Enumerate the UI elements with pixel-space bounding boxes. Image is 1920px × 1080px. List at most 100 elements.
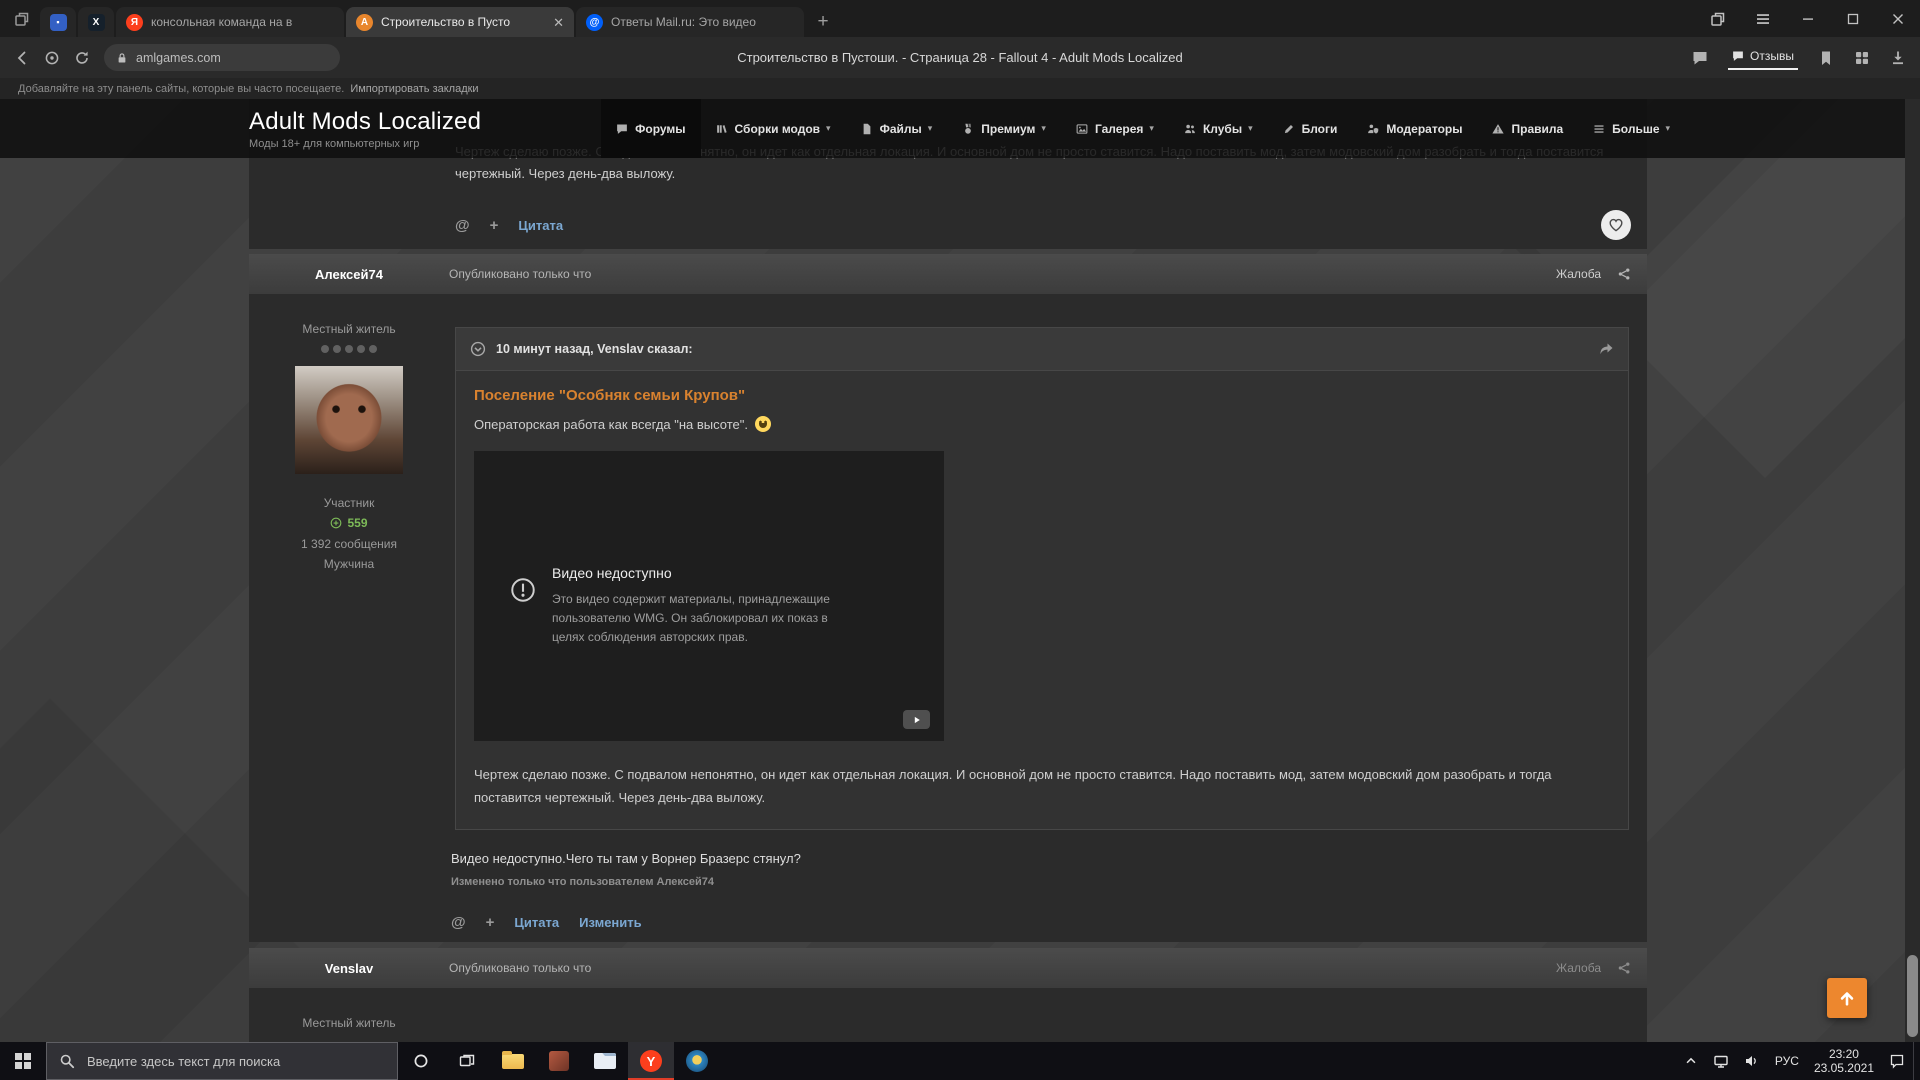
maximize-button[interactable] [1830,0,1875,37]
notification-center-icon[interactable] [1889,1053,1905,1069]
nav-item-clubs[interactable]: Клубы ▾ [1169,99,1268,158]
blog-icon [1283,123,1295,135]
clock[interactable]: 23:20 23.05.2021 [1814,1047,1874,1075]
up-arrow-icon [1838,989,1856,1007]
mention-button[interactable]: @ [451,914,466,931]
window-controls [1695,0,1920,37]
mention-button[interactable]: @ [455,217,470,234]
edited-note: Изменено только что пользователем Алексе… [451,876,1629,888]
multiquote-button[interactable]: + [490,217,499,234]
show-desktop-button[interactable] [1913,1042,1920,1080]
pinned-tab-2[interactable]: X [78,7,114,37]
site-title[interactable]: Adult Mods Localized [249,108,481,136]
avatar[interactable] [295,366,403,474]
quote-header[interactable]: 10 минут назад, Venslav сказал: [456,328,1628,371]
member-reputation[interactable]: 559 [249,516,449,530]
quoted-topic-link[interactable]: Поселение "Особняк семьи Крупов" [474,387,745,404]
heart-icon [1608,217,1624,233]
report-link[interactable]: Жалоба [1556,961,1601,975]
taskbar-app-yandex[interactable]: Y [628,1042,674,1080]
forum-content: Чертеж сделаю позже. С подвалом непонятн… [249,99,1647,1042]
chevron-down-circle-icon[interactable] [470,341,486,357]
blue-app-icon [686,1050,708,1072]
video-error-title: Видео недоступно [552,565,852,581]
share-icon[interactable] [1617,961,1631,975]
browser-tab-1[interactable]: Я консольная команда на в [116,7,344,37]
youtube-play-icon[interactable] [903,710,930,729]
side-panel-button[interactable] [1695,0,1740,37]
comment-icon[interactable] [1692,50,1708,66]
back-button[interactable] [14,50,30,66]
search-input[interactable] [85,1053,385,1070]
yandex-icon: Я [126,14,143,31]
post-author[interactable]: Venslav [249,961,449,976]
nav-item-more[interactable]: Больше ▾ [1578,99,1685,158]
file-icon [861,123,873,135]
scroll-to-top-button[interactable] [1827,978,1867,1018]
taskbar-search[interactable] [46,1042,398,1080]
post-actions: @ + Цитата Изменить [451,902,1631,942]
site-subtitle: Моды 18+ для компьютерных игр [249,138,481,150]
chevron-up-icon[interactable] [1684,1054,1698,1068]
post-author[interactable]: Алексей74 [249,267,449,282]
taskbar-app-mail[interactable] [582,1042,628,1080]
taskbar-app-browser[interactable] [674,1042,720,1080]
close-icon[interactable]: ✕ [553,16,564,29]
task-view-button[interactable] [444,1042,490,1080]
nav-item-rules[interactable]: Правила [1477,99,1578,158]
nav-item-premium[interactable]: Премиум ▾ [947,99,1061,158]
post-published: Опубликовано только что [449,267,591,281]
tab-groups-button[interactable] [4,0,40,37]
close-window-button[interactable] [1875,0,1920,37]
page-scrollbar[interactable] [1905,99,1920,1042]
minimize-icon [1800,11,1816,27]
browser-tab-2[interactable]: A Строительство в Пусто ✕ [346,7,574,37]
browser-tab-3[interactable]: @ Ответы Mail.ru: Это видео [576,7,804,37]
import-bookmarks-link[interactable]: Импортировать закладки [350,83,478,95]
start-button[interactable] [0,1042,46,1080]
browser-menu-button[interactable] [1740,0,1785,37]
mail-app-icon [594,1053,616,1069]
cortana-button[interactable] [398,1042,444,1080]
collections-icon[interactable] [1854,50,1870,66]
refresh-button[interactable] [74,50,90,66]
like-button[interactable] [1601,210,1631,240]
video-embed[interactable]: Видео недоступно Это видео содержит мате… [474,451,944,741]
address-bar[interactable]: amlgames.com [104,44,340,71]
bookmarks-bar: Добавляйте на эту панель сайты, которые … [0,78,1920,99]
scrollbar-thumb[interactable] [1907,955,1918,1037]
minimize-button[interactable] [1785,0,1830,37]
quote-button[interactable]: Цитата [518,218,563,233]
taskbar-app-store[interactable] [536,1042,582,1080]
edit-button[interactable]: Изменить [579,915,642,930]
post-card: Алексей74 Опубликовано только что Жалоба… [249,254,1647,942]
nav-item-forums[interactable]: Форумы [601,99,700,158]
multiquote-button[interactable]: + [486,914,495,931]
bookmark-icon[interactable] [1818,50,1834,66]
chevron-down-icon: ▾ [1666,123,1671,134]
reviews-button[interactable]: Отзывы [1728,46,1798,70]
quote-citation: 10 минут назад, Venslav сказал: [496,342,693,356]
nav-item-blogs[interactable]: Блоги [1268,99,1353,158]
nav-item-moderators[interactable]: Модераторы [1352,99,1477,158]
new-tab-button[interactable]: + [806,7,840,37]
pinned-tab-1[interactable]: ▪ [40,7,76,37]
cortana-icon [413,1053,429,1069]
download-icon[interactable] [1890,50,1906,66]
share-icon[interactable] [1617,267,1631,281]
nav-item-files[interactable]: Файлы ▾ [846,99,948,158]
video-error-message: Это видео содержит материалы, принадлежа… [552,590,852,648]
language-indicator[interactable]: РУС [1775,1054,1799,1068]
quote-button[interactable]: Цитата [514,915,559,930]
speaker-icon[interactable] [1744,1053,1760,1069]
taskbar-app-explorer[interactable] [490,1042,536,1080]
site-brand[interactable]: Adult Mods Localized Моды 18+ для компью… [249,108,481,150]
protect-icon[interactable] [44,50,60,66]
bookmarks-hint: Добавляйте на эту панель сайты, которые … [18,83,344,95]
chevron-down-icon: ▾ [1149,123,1154,134]
nav-item-gallery[interactable]: Галерея ▾ [1061,99,1169,158]
nav-item-mod-packs[interactable]: Сборки модов ▾ [701,99,846,158]
goto-source-icon[interactable] [1598,341,1614,357]
network-icon[interactable] [1713,1053,1729,1069]
report-link[interactable]: Жалоба [1556,267,1601,281]
